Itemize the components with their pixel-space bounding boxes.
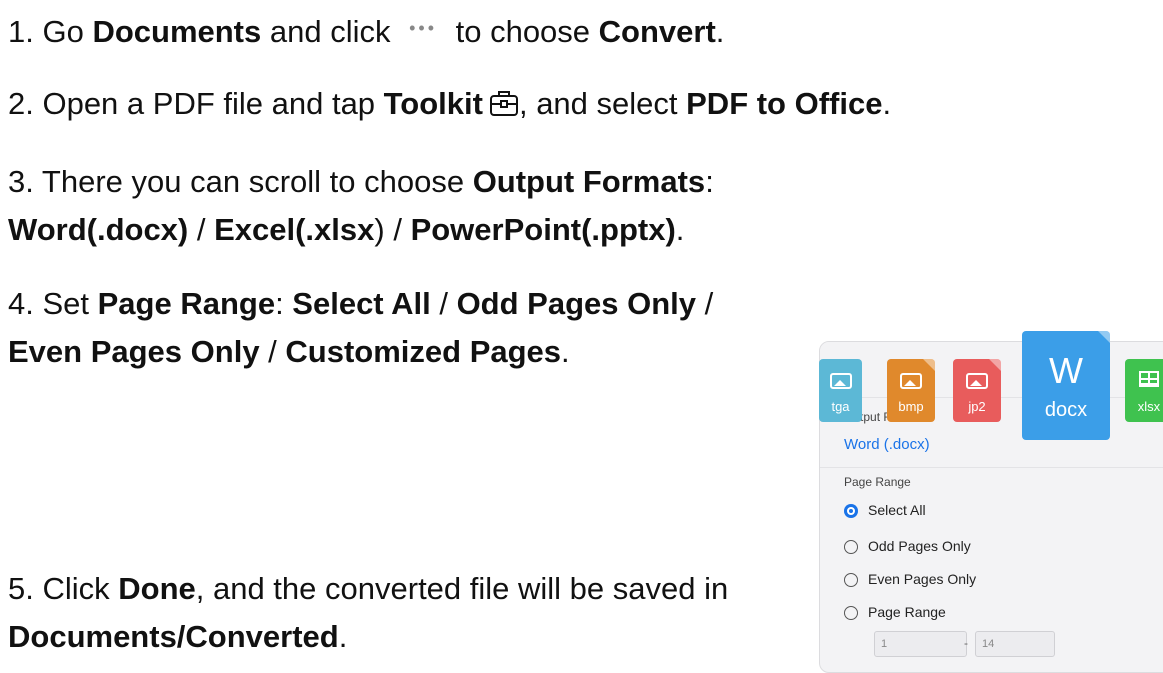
step-text: 5. Click	[8, 571, 119, 606]
page-corner	[989, 359, 1001, 371]
divider	[820, 467, 1163, 468]
option-label: Odd Pages Only	[868, 538, 971, 554]
option-label: Select All	[868, 502, 926, 518]
step-bold: Select All	[292, 286, 431, 321]
option-even-pages[interactable]: Even Pages Only	[844, 571, 976, 587]
step-text: .	[338, 619, 348, 654]
format-tile-bmp[interactable]: bmp	[887, 359, 935, 422]
format-ext: xlsx	[1137, 399, 1161, 414]
format-ext: tga	[831, 399, 850, 414]
step-bold: Customized Pages	[285, 334, 562, 369]
step-bold: Documents	[92, 14, 262, 49]
format-tile-tga[interactable]: tga	[819, 359, 862, 422]
range-dash: -	[964, 636, 968, 650]
step-text: , and the converted file will be saved i…	[195, 571, 729, 606]
image-file-icon	[900, 373, 922, 389]
word-letter-icon: W	[1049, 350, 1083, 391]
step-text: /	[696, 286, 714, 321]
format-tile-jp2[interactable]: jp2	[953, 359, 1001, 422]
range-from-input[interactable]: 1	[874, 631, 967, 657]
page-corner	[923, 359, 935, 371]
step-text: 4. Set	[8, 286, 98, 321]
step-5: 5. Click Done, and the converted file wi…	[8, 565, 768, 661]
step-bold: PDF to Office	[686, 86, 883, 121]
step-text: /	[430, 286, 457, 321]
step-2: 2. Open a PDF file and tap Toolkit , and …	[8, 80, 891, 128]
step-3: 3. There you can scroll to choose Output…	[8, 158, 768, 254]
step-text: :	[705, 164, 714, 199]
spreadsheet-icon	[1139, 371, 1159, 387]
option-label: Even Pages Only	[868, 571, 977, 587]
step-bold: Done	[118, 571, 196, 606]
radio-icon[interactable]	[844, 606, 858, 620]
page-corner	[1098, 331, 1110, 343]
step-bold: Convert	[598, 14, 716, 49]
option-odd-pages[interactable]: Odd Pages Only	[844, 538, 971, 554]
step-text: /	[259, 334, 286, 369]
step-text: 1. Go	[8, 14, 93, 49]
step-text: .	[882, 86, 892, 121]
step-text: 3. There you can scroll to choose	[8, 164, 473, 199]
option-select-all[interactable]: Select All	[844, 502, 926, 518]
step-bold: Word(.docx)	[8, 212, 189, 247]
more-dots-icon: •••	[409, 18, 437, 38]
step-text: .	[675, 212, 685, 247]
step-bold: Output Formats	[472, 164, 706, 199]
toolkit-icon	[489, 91, 518, 116]
image-file-icon	[829, 373, 852, 389]
radio-checked-icon[interactable]	[844, 504, 858, 518]
format-tile-xlsx[interactable]: xlsx	[1125, 359, 1163, 422]
step-text: :	[275, 286, 293, 321]
step-text: ) /	[374, 212, 411, 247]
step-4: 4. Set Page Range: Select All / Odd Page…	[8, 280, 768, 376]
step-text: , and select	[518, 86, 687, 121]
format-ext: jp2	[968, 399, 986, 414]
step-text: /	[188, 212, 215, 247]
option-page-range[interactable]: Page Range	[844, 604, 946, 620]
step-bold: Even Pages Only	[8, 334, 260, 369]
step-bold: PowerPoint(.pptx)	[410, 212, 676, 247]
format-ext: docx	[1044, 399, 1088, 421]
step-bold: Page Range	[97, 286, 276, 321]
step-text: and click	[261, 14, 400, 49]
output-format-value[interactable]: Word (.docx)	[844, 436, 930, 453]
range-to-input[interactable]: 14	[975, 631, 1055, 657]
image-file-icon	[966, 373, 988, 389]
format-tile-docx-selected[interactable]: Wdocx	[1022, 331, 1110, 440]
step-bold: Excel(.xlsx	[214, 212, 375, 247]
step-bold: Odd Pages Only	[456, 286, 697, 321]
step-text: 2. Open a PDF file and tap	[8, 86, 384, 121]
step-text: .	[561, 334, 570, 369]
radio-icon[interactable]	[844, 540, 858, 554]
option-label: Page Range	[868, 604, 946, 620]
step-1: 1. Go Documents and click ••• to choose …	[8, 4, 724, 56]
step-text: .	[715, 14, 725, 49]
step-text: to choose	[447, 14, 599, 49]
page-range-label: Page Range	[844, 475, 911, 489]
format-ext: bmp	[898, 399, 924, 414]
radio-icon[interactable]	[844, 573, 858, 587]
step-bold: Toolkit	[383, 86, 483, 121]
step-bold: Documents/Converted	[8, 619, 339, 654]
